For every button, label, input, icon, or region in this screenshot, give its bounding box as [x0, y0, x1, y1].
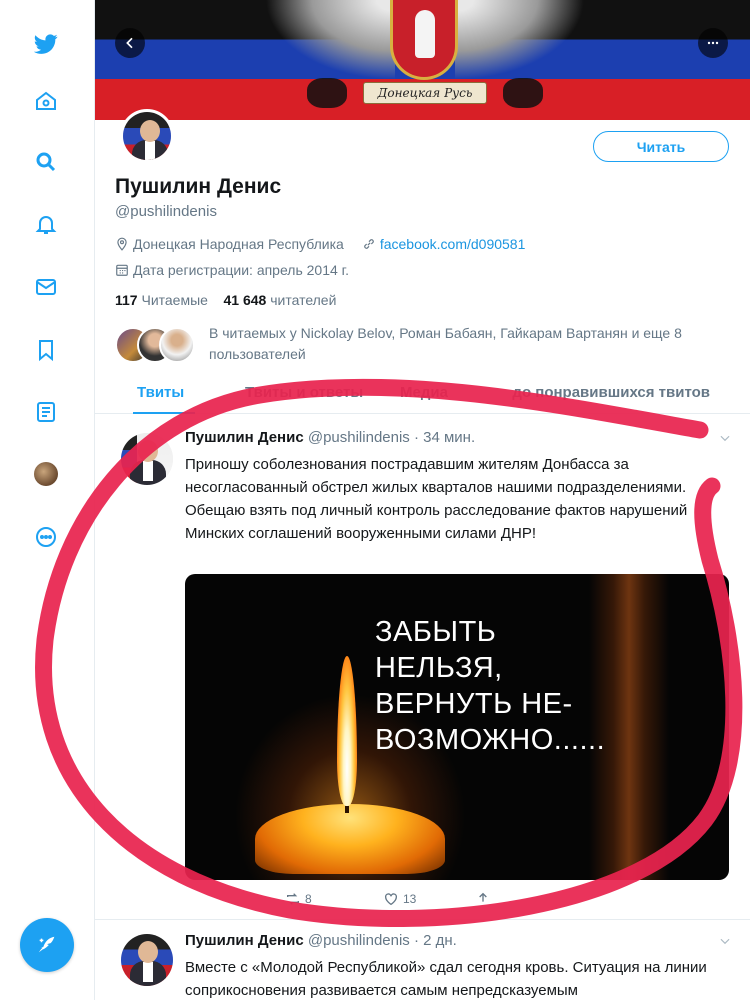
media-caption: ЗАБЫТЬ НЕЛЬЗЯ, ВЕРНУТЬ НЕ- ВОЗМОЖНО.....…: [375, 616, 606, 756]
like-button[interactable]: 13: [383, 891, 416, 907]
location-pin-icon: [117, 237, 127, 251]
tweet-author-name[interactable]: Пушилин Денис: [185, 932, 304, 949]
heart-icon: [385, 893, 397, 906]
compose-tweet-button[interactable]: [20, 918, 74, 972]
tweet-item[interactable]: Пушилин Денис @pushilindenis · 2 дн. Вме…: [95, 920, 750, 1000]
candle-flame-icon: [337, 656, 357, 806]
followed-by-text: В читаемых у Nickolay Belov, Роман Бабая…: [209, 325, 682, 362]
profile-stats: 117 Читаемые 41 648 читателей: [115, 292, 336, 308]
tab-tweets[interactable]: Твиты: [137, 384, 184, 401]
tab-likes[interactable]: до понравившихся твитов: [512, 384, 710, 401]
tweet-timestamp[interactable]: · 2 дн.: [414, 932, 457, 949]
compose-tweet-icon: [38, 936, 55, 953]
banner-ribbon: Донецкая Русь: [363, 82, 487, 104]
tweet-media-image[interactable]: ЗАБЫТЬ НЕЛЬЗЯ, ВЕРНУТЬ НЕ- ВОЗМОЖНО.....…: [185, 574, 729, 880]
chevron-down-icon[interactable]: [718, 934, 732, 948]
list-icon[interactable]: [30, 396, 62, 428]
profile-location: Донецкая Народная Республика: [133, 236, 344, 252]
profile-website-link[interactable]: facebook.com/d090581: [380, 236, 526, 252]
tab-tweets-and-replies[interactable]: Твиты и ответы: [245, 384, 363, 401]
followed-by-section[interactable]: В читаемых у Nickolay Belov, Роман Бабая…: [115, 323, 735, 367]
retweet-count: 8: [305, 892, 312, 906]
tweet-author-avatar[interactable]: [121, 934, 173, 986]
tweet-timestamp[interactable]: · 34 мин.: [414, 429, 475, 446]
ellipsis-icon: [707, 41, 719, 45]
tweet-author-handle[interactable]: @pushilindenis: [308, 429, 410, 446]
follow-button[interactable]: Читать: [593, 131, 729, 162]
coat-of-arms-shield: [390, 0, 458, 80]
profile-meta-row: Донецкая Народная Республика facebook.co…: [115, 236, 525, 252]
retweet-icon: [287, 893, 299, 905]
back-button[interactable]: [115, 28, 145, 58]
profile-joined-date: Дата регистрации: апрель 2014 г.: [133, 262, 349, 278]
tweet-item[interactable]: Пушилин Денис @pushilindenis · 34 мин. П…: [95, 415, 750, 920]
more-options-button[interactable]: [698, 28, 728, 58]
candle-wax: [255, 804, 445, 874]
profile-joined-row: Дата регистрации: апрель 2014 г.: [115, 262, 349, 278]
tweet-header: Пушилин Денис @pushilindenis · 2 дн.: [185, 932, 457, 949]
profile-tabs: Твиты Твиты и ответы Медиа до понравивши…: [95, 378, 750, 414]
bookmark-icon[interactable]: [30, 334, 62, 366]
twitter-bird-icon[interactable]: [30, 28, 62, 60]
tweet-author-handle[interactable]: @pushilindenis: [308, 932, 410, 949]
profile-banner: Донецкая Русь: [95, 0, 750, 120]
retweet-button[interactable]: 8: [285, 891, 312, 907]
more-circle-icon[interactable]: [30, 521, 62, 553]
following-stat[interactable]: 117 Читаемые: [115, 292, 208, 308]
profile-name: Пушилин Денис: [115, 175, 282, 198]
calendar-icon: [116, 264, 128, 276]
search-icon[interactable]: [30, 146, 62, 178]
tweet-text: Вместе с «Молодой Республикой» сдал сего…: [185, 959, 707, 999]
profile-avatar[interactable]: [120, 109, 174, 163]
tweet-header: Пушилин Денис @pushilindenis · 34 мин.: [185, 429, 475, 446]
tab-media[interactable]: Медиа: [400, 384, 448, 401]
tweet-text: Приношу соболезнования пострадавшим жите…: [185, 456, 688, 542]
bell-icon[interactable]: [30, 208, 62, 240]
envelope-icon[interactable]: [30, 271, 62, 303]
followers-stat[interactable]: 41 648 читателей: [224, 292, 337, 308]
tweet-actions: 8 13: [185, 891, 585, 911]
eagle-left-wing: [265, 0, 395, 80]
share-button[interactable]: [475, 891, 491, 907]
home-icon[interactable]: [30, 85, 62, 117]
chevron-down-icon[interactable]: [718, 431, 732, 445]
tweet-author-name[interactable]: Пушилин Денис: [185, 429, 304, 446]
share-icon: [479, 892, 487, 902]
eagle-right-wing: [455, 0, 585, 80]
link-icon: [364, 239, 374, 249]
like-count: 13: [403, 892, 417, 906]
followed-by-avatars: [115, 327, 195, 363]
left-sidebar: [0, 0, 95, 1000]
main-column: Донецкая Русь Читать Пушилин Денис @push…: [95, 0, 750, 1000]
profile-avatar-icon[interactable]: [30, 458, 62, 490]
chevron-left-icon: [126, 37, 133, 49]
tweet-author-avatar[interactable]: [121, 433, 173, 485]
profile-handle: @pushilindenis: [115, 203, 217, 220]
